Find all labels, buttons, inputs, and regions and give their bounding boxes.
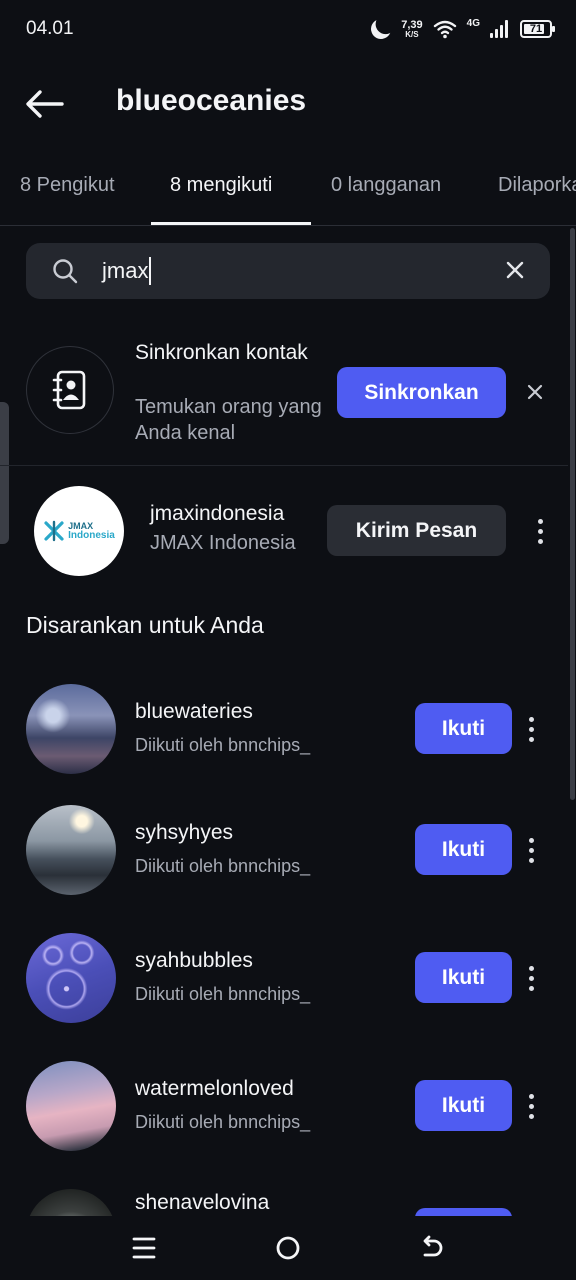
avatar[interactable] — [26, 1189, 116, 1216]
more-vertical-icon[interactable] — [521, 1090, 541, 1122]
more-vertical-icon[interactable] — [521, 962, 541, 994]
status-time: 04.01 — [26, 18, 74, 39]
suggestion-username[interactable]: watermelonloved — [135, 1077, 294, 1101]
sync-subtitle: Temukan orang yang Anda kenal — [135, 396, 322, 444]
suggestion-username[interactable]: shenavelovina — [135, 1191, 269, 1215]
back-button[interactable] — [22, 82, 66, 126]
status-bar: 04.01 7,39 K/S 4G 71 — [0, 0, 576, 58]
avatar[interactable] — [26, 805, 116, 895]
wifi-icon — [433, 20, 456, 39]
contact-book-icon — [52, 370, 86, 410]
battery-level: 71 — [529, 23, 543, 35]
battery-icon: 71 — [520, 20, 555, 38]
status-icons: 7,39 K/S 4G 71 — [368, 14, 555, 44]
result-username[interactable]: jmaxindonesia — [150, 502, 284, 526]
suggestion-username[interactable]: syhsyhyes — [135, 821, 233, 845]
jmax-logo: JMAX Indonesia — [43, 520, 115, 542]
header: blueoceanies — [0, 70, 576, 136]
close-icon[interactable] — [524, 381, 546, 403]
do-not-disturb-icon — [368, 16, 394, 42]
search-value: jmax — [102, 257, 152, 285]
search-result-row[interactable]: JMAX Indonesia jmaxindonesia JMAX Indone… — [0, 470, 568, 590]
follow-button[interactable]: Ikuti — [415, 824, 512, 875]
follow-button[interactable]: Ikuti — [415, 1080, 512, 1131]
system-back-button[interactable] — [416, 1232, 448, 1264]
home-button[interactable] — [272, 1232, 304, 1264]
more-vertical-icon[interactable] — [530, 515, 550, 547]
circle-icon — [276, 1236, 300, 1260]
network-speed-unit: K/S — [405, 29, 419, 39]
tab-followers[interactable]: 8 Pengikut — [20, 174, 115, 197]
sync-contacts-card: Sinkronkan kontak Temukan orang yang And… — [0, 330, 568, 466]
network-speed: 7,39 K/S — [401, 18, 423, 39]
tab-following[interactable]: 8 mengikuti — [170, 174, 272, 197]
signal-icon — [490, 20, 510, 38]
suggestion-subtitle: Diikuti oleh bnnchips_ — [135, 1112, 311, 1132]
tab-subscriptions[interactable]: 0 langganan — [331, 174, 441, 197]
suggestion-username[interactable]: bluewateries — [135, 700, 253, 724]
more-vertical-icon[interactable] — [521, 834, 541, 866]
search-icon — [53, 259, 78, 284]
tab-bar: 8 Pengikut 8 mengikuti 0 langganan Dilap… — [0, 150, 576, 226]
menu-icon — [132, 1237, 156, 1259]
sync-contacts-button[interactable]: Sinkronkan — [337, 367, 506, 418]
page-title: blueoceanies — [116, 84, 307, 117]
list-item[interactable]: watermelonloved Diikuti oleh bnnchips_ I… — [0, 1061, 568, 1171]
back-arrow-icon — [423, 1235, 443, 1257]
avatar[interactable] — [26, 684, 116, 774]
result-display-name: JMAX Indonesia — [150, 532, 296, 554]
recents-button[interactable] — [128, 1232, 160, 1264]
sync-title: Sinkronkan kontak — [135, 341, 308, 364]
suggestion-subtitle: Diikuti oleh bnnchips_ — [135, 856, 311, 876]
follow-button[interactable]: Ikuti — [415, 952, 512, 1003]
jmax-logo-mark-icon — [44, 520, 64, 542]
send-message-button[interactable]: Kirim Pesan — [327, 505, 506, 556]
list-item[interactable]: syhsyhyes Diikuti oleh bnnchips_ Ikuti — [0, 805, 568, 915]
list-item[interactable]: syahbubbles Diikuti oleh bnnchips_ Ikuti — [0, 933, 568, 1043]
follow-button[interactable] — [415, 1208, 512, 1216]
network-type: 4G — [466, 17, 480, 29]
avatar[interactable] — [26, 933, 116, 1023]
follow-button[interactable]: Ikuti — [415, 703, 512, 754]
network-speed-value: 7,39 — [401, 18, 423, 31]
avatar[interactable] — [26, 1061, 116, 1151]
jmax-logo-line2: Indonesia — [68, 529, 115, 541]
sync-icon-container — [26, 346, 114, 434]
more-vertical-icon[interactable] — [521, 713, 541, 745]
avatar[interactable]: JMAX Indonesia — [34, 486, 124, 576]
list-item[interactable]: bluewateries Diikuti oleh bnnchips_ Ikut… — [0, 684, 568, 794]
suggestion-subtitle: Diikuti oleh bnnchips_ — [135, 735, 311, 755]
close-icon[interactable] — [504, 259, 526, 281]
tab-reported[interactable]: Dilaporkan — [498, 174, 576, 197]
active-tab-indicator — [151, 222, 311, 225]
list-item[interactable]: shenavelovina — [0, 1189, 568, 1216]
suggestions-heading: Disarankan untuk Anda — [26, 612, 264, 638]
suggestion-subtitle: Diikuti oleh bnnchips_ — [135, 984, 311, 1004]
arrow-left-icon — [26, 90, 64, 118]
search-input[interactable]: jmax — [26, 243, 550, 299]
suggestion-username[interactable]: syahbubbles — [135, 949, 253, 973]
system-nav-bar — [0, 1216, 576, 1280]
scrollbar[interactable] — [570, 228, 575, 800]
